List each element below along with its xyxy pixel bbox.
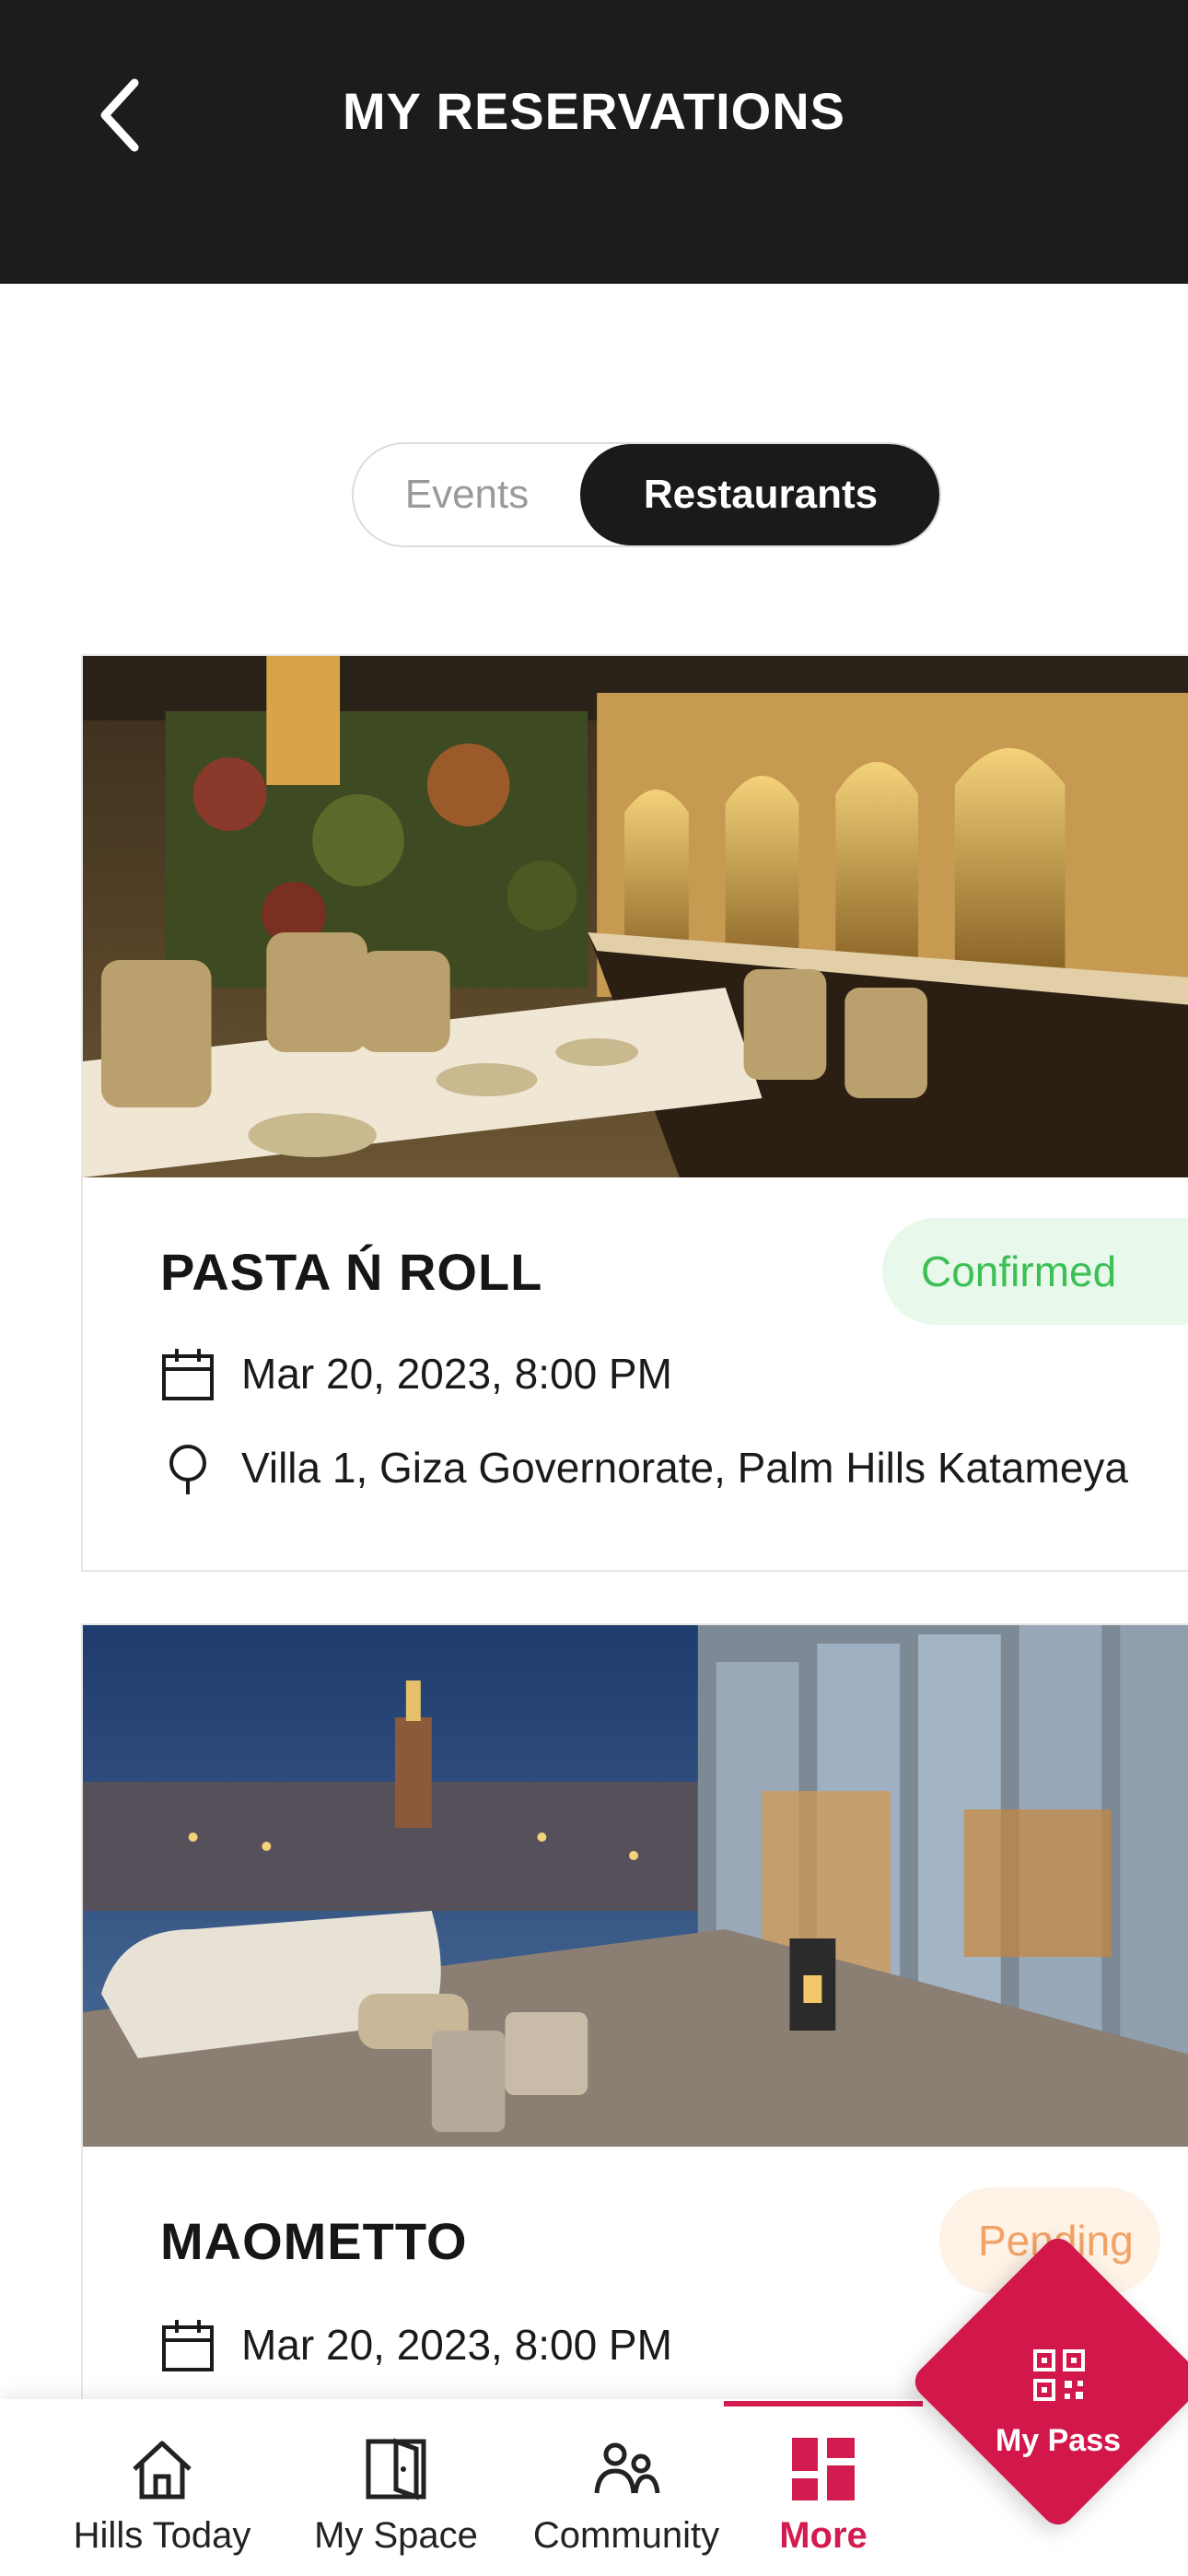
restaurant-name: PASTA Ń ROLL bbox=[160, 1243, 543, 1301]
restaurant-interior-photo bbox=[83, 656, 1188, 1177]
reservation-type-toggle: Events Restaurants bbox=[352, 442, 941, 547]
location-pin-icon bbox=[169, 1445, 206, 1494]
status-badge: Confirmed bbox=[882, 1218, 1188, 1325]
home-icon bbox=[133, 2441, 192, 2500]
active-tab-indicator bbox=[724, 2401, 923, 2406]
qr-code-icon bbox=[1033, 2349, 1085, 2401]
datetime-text: Mar 20, 2023, 8:00 PM bbox=[241, 1350, 672, 1398]
tab-restaurants[interactable]: Restaurants bbox=[580, 444, 939, 545]
calendar-icon bbox=[162, 2320, 214, 2371]
my-pass-content[interactable]: My Pass bbox=[952, 2276, 1164, 2488]
people-icon bbox=[594, 2442, 660, 2494]
tab-label: Community bbox=[532, 2515, 720, 2556]
tab-hills-today[interactable]: Hills Today bbox=[52, 2399, 273, 2576]
door-icon bbox=[366, 2438, 426, 2500]
tab-community[interactable]: Community bbox=[516, 2399, 737, 2576]
calendar-icon bbox=[162, 1349, 214, 1400]
app-header: MY RESERVATIONS bbox=[0, 0, 1188, 284]
location-text: Villa 1, Giza Governorate, Palm Hills Ka… bbox=[241, 1444, 1128, 1492]
datetime-text: Mar 20, 2023, 8:00 PM bbox=[241, 2321, 672, 2369]
tab-label: More bbox=[779, 2515, 868, 2556]
page-title: MY RESERVATIONS bbox=[342, 82, 846, 140]
tab-label: My Space bbox=[314, 2515, 478, 2556]
restaurant-name: MAOMETTO bbox=[160, 2212, 468, 2270]
tab-more[interactable]: More bbox=[724, 2399, 923, 2576]
tab-events[interactable]: Events bbox=[354, 444, 580, 545]
my-pass-label: My Pass bbox=[995, 2423, 1122, 2458]
rooftop-terrace-photo bbox=[83, 1625, 1188, 2147]
tab-label: Hills Today bbox=[73, 2515, 251, 2556]
tab-my-space[interactable]: My Space bbox=[285, 2399, 507, 2576]
reservation-card[interactable]: PASTA Ń ROLL Confirmed Mar 20, 2023, 8:0… bbox=[81, 654, 1188, 1572]
grid-icon bbox=[792, 2438, 855, 2500]
